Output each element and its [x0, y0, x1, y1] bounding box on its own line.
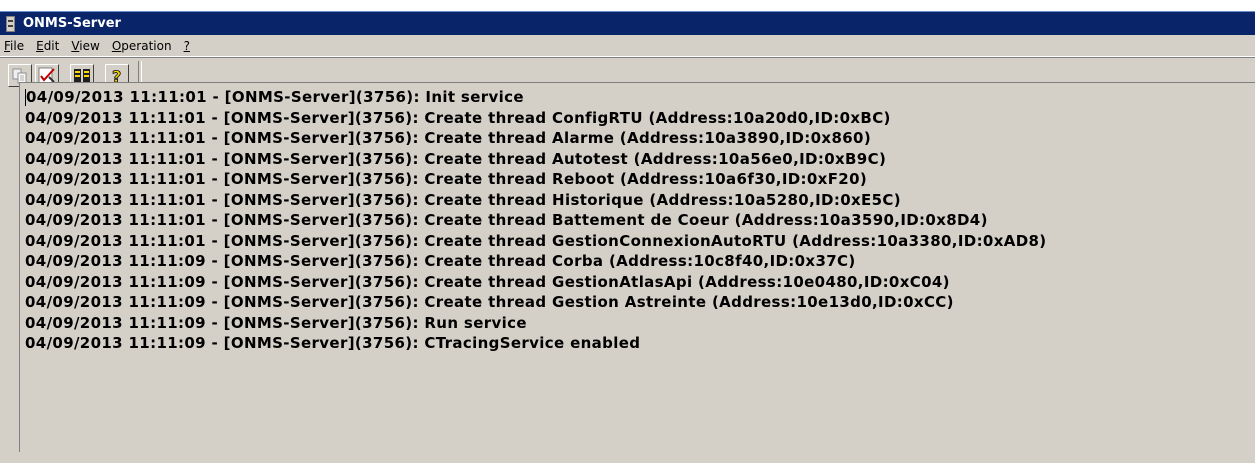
- log-line: 04/09/2013 11:11:09 - [ONMS-Server](3756…: [25, 293, 954, 311]
- log-line: 04/09/2013 11:11:01 - [ONMS-Server](3756…: [25, 170, 868, 188]
- log-output[interactable]: 04/09/2013 11:11:01 - [ONMS-Server](3756…: [19, 82, 1255, 452]
- log-list: 04/09/2013 11:11:01 - [ONMS-Server](3756…: [20, 83, 1255, 354]
- log-line: 04/09/2013 11:11:01 - [ONMS-Server](3756…: [25, 88, 524, 106]
- menu-help[interactable]: ?: [184, 39, 196, 53]
- log-line: 04/09/2013 11:11:09 - [ONMS-Server](3756…: [25, 252, 856, 270]
- menu-edit[interactable]: Edit: [36, 39, 65, 53]
- menu-operation[interactable]: Operation: [112, 39, 178, 53]
- log-line: 04/09/2013 11:11:09 - [ONMS-Server](3756…: [25, 334, 641, 352]
- log-line: 04/09/2013 11:11:01 - [ONMS-Server](3756…: [25, 149, 887, 168]
- menu-file[interactable]: File: [4, 39, 30, 53]
- menu-bar: File Edit View Operation ?: [0, 35, 1255, 57]
- log-line: 04/09/2013 11:11:01 - [ONMS-Server](3756…: [25, 129, 872, 147]
- log-line: 04/09/2013 11:11:01 - [ONMS-Server](3756…: [25, 108, 891, 127]
- log-line: 04/09/2013 11:11:01 - [ONMS-Server](3756…: [25, 231, 1047, 250]
- menu-view[interactable]: View: [71, 39, 105, 53]
- log-line: 04/09/2013 11:11:09 - [ONMS-Server](3756…: [25, 272, 950, 291]
- window-title: ONMS-Server: [23, 16, 121, 31]
- title-bar[interactable]: ONMS-Server: [0, 12, 1255, 35]
- server-icon: [6, 15, 15, 32]
- log-line: 04/09/2013 11:11:01 - [ONMS-Server](3756…: [25, 190, 901, 209]
- log-line: 04/09/2013 11:11:09 - [ONMS-Server](3756…: [25, 313, 527, 332]
- log-line: 04/09/2013 11:11:01 - [ONMS-Server](3756…: [25, 211, 988, 229]
